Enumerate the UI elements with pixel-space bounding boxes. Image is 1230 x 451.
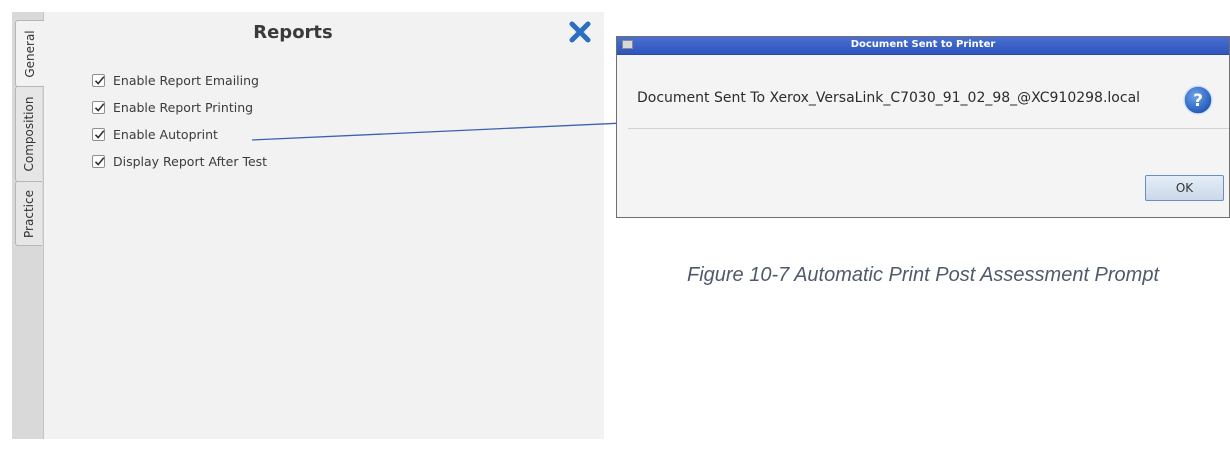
- option-display-report-after-test[interactable]: Display Report After Test: [92, 153, 267, 170]
- option-label: Display Report After Test: [113, 154, 268, 169]
- checkmark-icon: [94, 157, 105, 166]
- ok-button[interactable]: OK: [1145, 175, 1224, 201]
- option-enable-report-emailing[interactable]: Enable Report Emailing: [92, 72, 267, 89]
- option-label: Enable Autoprint: [113, 127, 218, 142]
- dialog-title: Document Sent to Printer: [850, 39, 996, 50]
- option-enable-report-printing[interactable]: Enable Report Printing: [92, 99, 267, 116]
- question-icon: ?: [1183, 85, 1213, 115]
- dialog-titlebar: Document Sent to Printer: [617, 37, 1229, 55]
- dialog-message: Document Sent To Xerox_VersaLink_C7030_9…: [637, 90, 1141, 106]
- checkbox-enable-autoprint[interactable]: [92, 128, 105, 141]
- tab-practice[interactable]: Practice: [15, 181, 42, 246]
- option-label: Enable Report Printing: [113, 100, 254, 115]
- option-enable-autoprint[interactable]: Enable Autoprint: [92, 126, 267, 143]
- tab-general[interactable]: General: [15, 20, 44, 87]
- checkbox-display-report-after-test[interactable]: [92, 155, 105, 168]
- report-options-list: Enable Report Emailing Enable Report Pri…: [92, 72, 267, 180]
- checkmark-icon: [94, 76, 105, 85]
- close-x-icon: [569, 21, 591, 43]
- figure-caption: Figure 10-7 Automatic Print Post Assessm…: [686, 264, 1160, 286]
- checkbox-enable-report-emailing[interactable]: [92, 74, 105, 87]
- checkmark-icon: [94, 130, 105, 139]
- checkmark-icon: [94, 103, 105, 112]
- vertical-tab-rail: General Composition Practice: [12, 12, 44, 439]
- panel-title: Reports: [253, 22, 333, 43]
- tab-composition-label: Composition: [22, 96, 36, 172]
- checkbox-enable-report-printing[interactable]: [92, 101, 105, 114]
- svg-text:?: ?: [1193, 91, 1203, 111]
- reports-settings-panel: General Composition Practice Reports Ena…: [12, 12, 604, 439]
- tab-general-label: General: [23, 29, 37, 78]
- close-button[interactable]: [568, 20, 592, 44]
- dialog-divider: [628, 128, 1229, 129]
- print-confirmation-dialog: Document Sent to Printer Document Sent T…: [616, 36, 1230, 218]
- option-label: Enable Report Emailing: [113, 73, 259, 88]
- tab-composition[interactable]: Composition: [15, 86, 42, 182]
- tab-practice-label: Practice: [22, 189, 36, 238]
